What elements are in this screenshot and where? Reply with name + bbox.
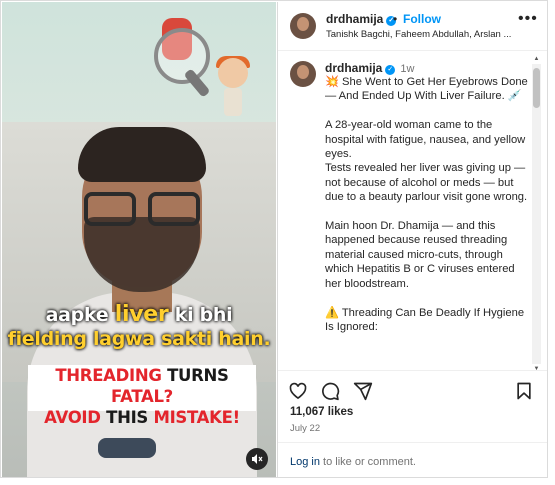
caption-text: 💥 She Went to Get Her Eyebrows Done — An… xyxy=(325,76,528,333)
video-caption-line2: fielding lagwa sakti hain. xyxy=(7,328,271,350)
reel-video[interactable]: aapke liver ki bhi fielding lagwa sakti … xyxy=(2,2,276,477)
scroll-up-icon[interactable]: ▲ xyxy=(532,56,541,62)
likes-count[interactable]: 11,067 likes xyxy=(290,406,353,418)
avatar[interactable] xyxy=(290,61,316,87)
avatar[interactable] xyxy=(290,13,316,39)
heart-icon[interactable] xyxy=(288,381,310,403)
lapel-mic xyxy=(98,438,156,458)
scroll-thumb[interactable] xyxy=(533,68,540,108)
caption-comment: drdhamija ✓ 1w 💥 She Went to Get Her Eyebr… xyxy=(278,51,538,367)
cartoon-character xyxy=(218,58,248,88)
username-link[interactable]: drdhamija xyxy=(325,61,382,75)
login-prompt-text: to like or comment. xyxy=(319,456,416,468)
username-link[interactable]: drdhamija xyxy=(326,12,383,26)
post-date[interactable]: July 22 xyxy=(290,423,320,434)
comment-icon[interactable] xyxy=(320,381,342,403)
share-icon[interactable] xyxy=(353,381,375,403)
post-header: drdhamija ✓ • Follow Tanishk Bagchi, Fahe… xyxy=(278,2,547,51)
presenter-glasses xyxy=(80,192,204,228)
video-title-banner: THREADING TURNS FATAL? AVOID THIS MISTAK… xyxy=(28,365,256,427)
video-caption-line1: aapke liver ki bhi xyxy=(45,302,233,327)
login-prompt: Log in to like or comment. xyxy=(278,442,547,477)
post-dialog: aapke liver ki bhi fielding lagwa sakti … xyxy=(0,0,548,478)
action-bar xyxy=(278,370,547,407)
post-time[interactable]: 1w xyxy=(400,63,414,75)
login-link[interactable]: Log in xyxy=(290,456,320,468)
comments-scrollbar[interactable]: ▲ ▼ xyxy=(532,56,541,372)
follow-button[interactable]: Follow xyxy=(403,12,441,26)
muted-speaker-icon[interactable] xyxy=(246,448,268,470)
bookmark-icon[interactable] xyxy=(514,381,536,403)
post-side-panel: drdhamija ✓ • Follow Tanishk Bagchi, Fahe… xyxy=(277,2,547,477)
collaborators-line[interactable]: Tanishk Bagchi, Faheem Abdullah, Arslan … xyxy=(326,29,511,40)
magnifier-illustration xyxy=(154,28,210,84)
separator-dot: • xyxy=(393,12,398,26)
more-options-icon[interactable]: ••• xyxy=(518,10,538,28)
verified-badge-icon: ✓ xyxy=(385,65,396,75)
